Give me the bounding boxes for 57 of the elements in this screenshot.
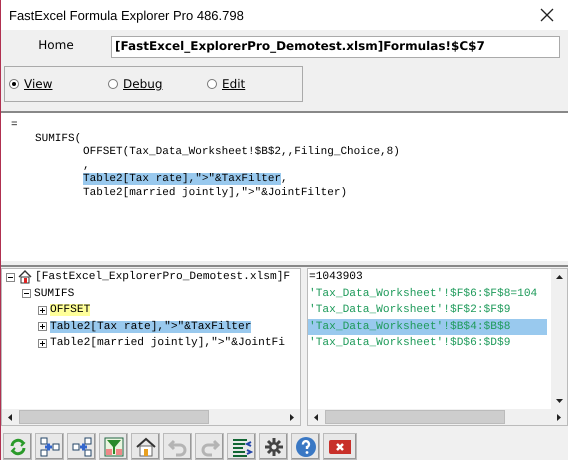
value-row[interactable]: 'Tax_Data_Worksheet'!$F$2:$F$9	[308, 302, 547, 318]
address-field[interactable]: [FastExcel_ExplorerPro_Demotest.xlsm]Formulas!$C$7	[111, 36, 560, 58]
tree-item[interactable]: Table2[Tax rate],">"&TaxFilter	[50, 320, 252, 333]
value-row[interactable]: =1043903	[308, 269, 547, 286]
formula-line: OFFSET(Tax_Data_Worksheet!$B$2,,Filing_Choice,8)	[83, 146, 400, 158]
value-text: 'Tax_Data_Worksheet'!$B$4:$B$8	[309, 320, 510, 333]
close-icon[interactable]	[540, 8, 554, 22]
settings-button[interactable]	[259, 433, 288, 460]
close-button[interactable]	[323, 433, 357, 460]
formula-line: =	[11, 119, 18, 131]
dependents-button[interactable]	[67, 433, 96, 460]
tree-item[interactable]: SUMIFS	[34, 288, 74, 300]
radio-label[interactable]: View	[24, 77, 52, 91]
tree-item[interactable]: Table2[married jointly],">"&JointFi	[50, 337, 285, 350]
formula-line: Table2[married jointly],">"&JointFilter)	[83, 186, 348, 198]
window-title: FastExcel Formula Explorer Pro 486.798	[9, 8, 244, 22]
precedents-button[interactable]	[35, 433, 64, 460]
boxes-plus-icon	[70, 436, 92, 458]
value-text: 'Tax_Data_Worksheet'!$F$6:$F$8=104	[309, 288, 538, 300]
expand-icon[interactable]	[6, 272, 15, 282]
radio-button[interactable]	[108, 79, 118, 89]
scrollbar-thumb[interactable]	[325, 410, 505, 424]
expand-icon[interactable]	[38, 338, 47, 348]
help-button[interactable]	[291, 433, 320, 460]
radio-label[interactable]: Debug	[123, 77, 162, 91]
tree-item[interactable]: [FastExcel_ExplorerPro_Demotest.xlsm]F	[35, 271, 290, 284]
expand-icon[interactable]	[38, 306, 47, 315]
radio-button[interactable]	[207, 79, 217, 89]
right-arrow-icon[interactable]	[554, 412, 563, 422]
left-arrow-icon[interactable]	[312, 412, 321, 422]
home-label: Home	[37, 37, 75, 52]
formula-line: ,	[83, 160, 90, 172]
formula-comma: ,	[281, 173, 288, 185]
expand-icon[interactable]	[38, 322, 47, 332]
boxes-plus-icon	[38, 436, 60, 458]
help-icon	[294, 436, 316, 458]
radio-label[interactable]: Edit	[222, 77, 246, 91]
up-arrow-icon[interactable]	[554, 273, 564, 282]
down-arrow-icon[interactable]	[554, 396, 564, 405]
expand-icon[interactable]	[22, 289, 31, 298]
home-button[interactable]	[131, 433, 160, 460]
left-arrow-icon[interactable]	[6, 412, 15, 422]
formula-line: SUMIFS(	[35, 132, 82, 144]
value-row[interactable]: 'Tax_Data_Worksheet'!$F$6:$F$8=104	[308, 286, 547, 302]
house-icon	[134, 436, 156, 458]
radio-button[interactable]	[9, 79, 19, 89]
filter-button[interactable]	[99, 433, 128, 460]
tree-item[interactable]: OFFSET	[50, 304, 90, 316]
value-row[interactable]: 'Tax_Data_Worksheet'!$D$6:$D$9	[308, 335, 547, 352]
value-text: 'Tax_Data_Worksheet'!$D$6:$D$9	[309, 337, 510, 350]
indent-button[interactable]	[227, 433, 256, 460]
value-text: 'Tax_Data_Worksheet'!$F$2:$F$9	[309, 304, 510, 316]
right-arrow-icon[interactable]	[287, 412, 296, 422]
gear-icon	[262, 436, 284, 458]
value-text: =1043903	[309, 271, 363, 284]
funnel-icon	[102, 436, 124, 458]
scrollbar-thumb[interactable]	[19, 410, 209, 424]
